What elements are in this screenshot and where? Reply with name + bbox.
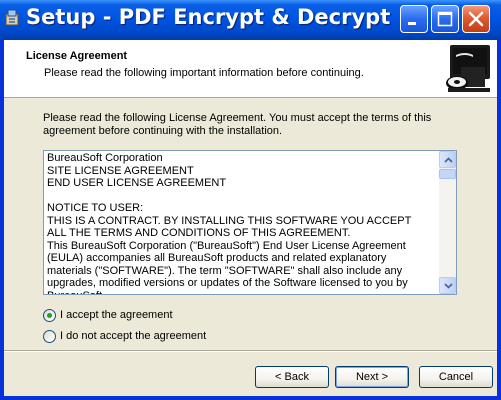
setup-computer-icon [443, 43, 493, 93]
maximize-icon [437, 11, 453, 27]
cancel-button[interactable]: Cancel [419, 366, 493, 388]
close-icon [468, 11, 484, 27]
license-text: BureauSoft Corporation SITE LICENSE AGRE… [47, 152, 412, 294]
license-scrollbar[interactable] [439, 151, 456, 294]
setup-window: Setup - PDF Encrypt & Decrypt License Ag… [0, 0, 501, 400]
back-button[interactable]: < Back [255, 366, 329, 388]
wizard-header: License Agreement Please read the follow… [4, 40, 497, 98]
title-bar[interactable]: Setup - PDF Encrypt & Decrypt [0, 0, 501, 40]
next-button[interactable]: Next > [335, 366, 409, 388]
scroll-down-button[interactable] [439, 277, 456, 294]
page-subtitle: Please read the following important info… [44, 67, 364, 79]
decline-radio[interactable] [43, 329, 56, 343]
accept-option[interactable]: I accept the agreement [43, 307, 173, 323]
decline-label: I do not accept the agreement [60, 330, 207, 342]
decline-option[interactable]: I do not accept the agreement [43, 328, 206, 344]
license-instructions: Please read the following License Agreem… [43, 112, 432, 137]
chevron-down-icon [444, 283, 453, 289]
maximize-button[interactable] [431, 5, 459, 33]
minimize-button[interactable] [400, 5, 428, 33]
scroll-up-button[interactable] [439, 151, 456, 168]
setup-app-icon [5, 9, 19, 26]
page-title: License Agreement [26, 50, 128, 62]
accept-label: I accept the agreement [60, 309, 173, 321]
window-title: Setup - PDF Encrypt & Decrypt [26, 5, 391, 29]
button-separator [4, 350, 497, 352]
accept-radio[interactable] [43, 308, 56, 322]
scroll-thumb[interactable] [439, 169, 456, 179]
close-button[interactable] [462, 5, 490, 33]
minimize-icon [408, 22, 416, 25]
dialog-client-area: License Agreement Please read the follow… [4, 40, 497, 396]
license-text-box[interactable]: BureauSoft Corporation SITE LICENSE AGRE… [43, 150, 457, 295]
chevron-up-icon [444, 157, 453, 163]
